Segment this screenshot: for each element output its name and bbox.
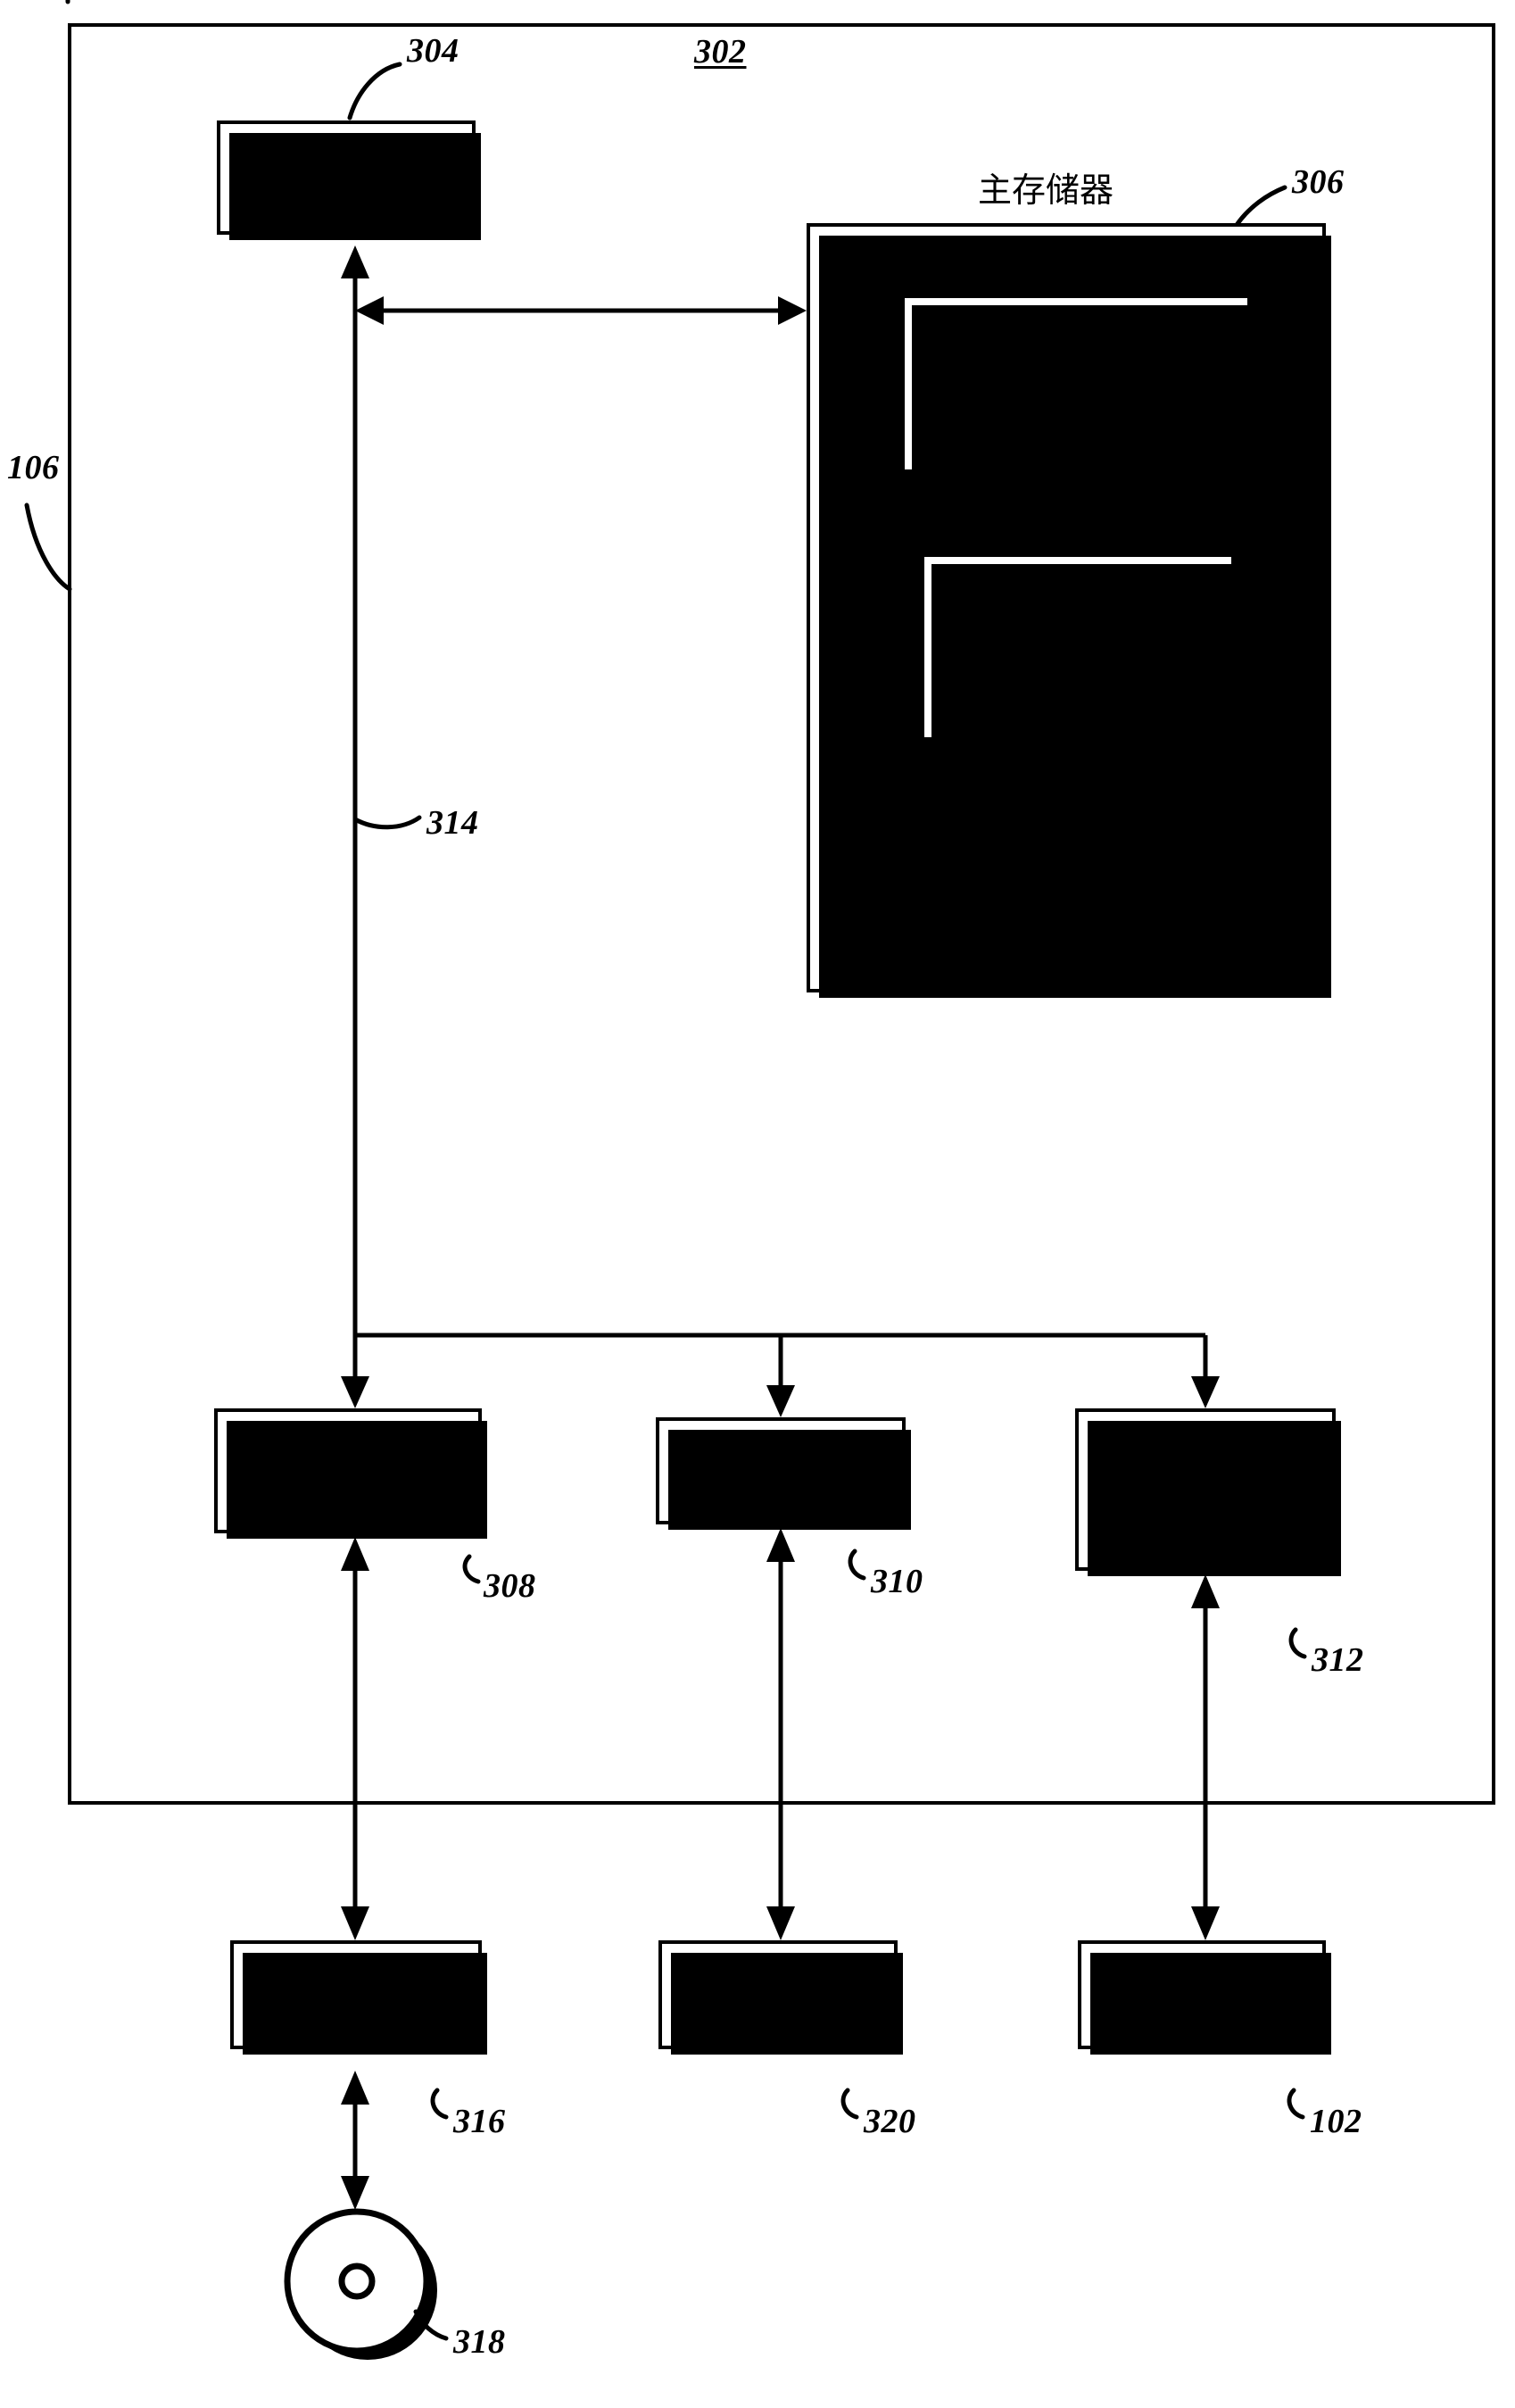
disk-media-icon xyxy=(284,2208,437,2360)
dasd-to-media xyxy=(341,2071,369,2210)
node-terminal[interactable]: 终端 xyxy=(658,1940,903,2055)
node-network-adapter-hardware-label: 网络适配 器硬件 xyxy=(1137,1450,1273,1528)
node-dasd-label: DASD xyxy=(307,1974,405,2015)
ref-numeral-304: 304 xyxy=(407,32,459,70)
ref-numeral-312: 312 xyxy=(1312,1641,1364,1679)
ref-numeral-122: 122 xyxy=(1256,465,1309,502)
node-cpu[interactable]: CPU xyxy=(217,120,481,240)
ref-numeral-306: 306 xyxy=(1292,163,1345,201)
ref-numeral-316: 316 xyxy=(453,2103,506,2140)
node-security-module[interactable]: 安全模块 xyxy=(901,295,1254,477)
ref-numeral-106: 106 xyxy=(7,449,60,486)
ref-numeral-308: 308 xyxy=(484,1567,536,1605)
node-network-label: 网络 xyxy=(1166,1974,1238,2015)
ref-numeral-124: 124 xyxy=(1247,731,1300,768)
ref-numeral-102: 102 xyxy=(1310,2103,1362,2140)
node-terminal-label: 终端 xyxy=(742,1974,814,2015)
node-cpu-label: CPU xyxy=(311,157,381,198)
node-security-policy[interactable]: 安全策略 xyxy=(921,553,1238,744)
ref-numeral-320: 320 xyxy=(864,2103,916,2140)
figure-canvas: CPU 主存储器 安全模块 安全策略 大容量存储 I/F 终端I/F 网络适配 … xyxy=(0,0,1515,2408)
caption-main-storage: 主存储器 xyxy=(978,172,1114,210)
ref-numeral-302: 302 xyxy=(694,33,747,71)
node-security-module-label: 安全模块 xyxy=(1005,363,1147,404)
ref-numeral-314: 314 xyxy=(426,804,479,842)
node-mass-storage-interface-label: 大容量存储 I/F xyxy=(262,1432,433,1509)
node-network-adapter-hardware[interactable]: 网络适配 器硬件 xyxy=(1075,1408,1341,1576)
node-mass-storage-interface[interactable]: 大容量存储 I/F xyxy=(214,1408,487,1539)
ref-numeral-318: 318 xyxy=(453,2323,506,2361)
node-terminal-interface[interactable]: 终端I/F xyxy=(656,1417,911,1530)
ref-numeral-310: 310 xyxy=(871,1563,923,1600)
node-dasd[interactable]: DASD xyxy=(230,1940,487,2055)
node-security-policy-label: 安全策略 xyxy=(1006,627,1149,668)
node-terminal-interface-label: 终端I/F xyxy=(726,1451,835,1490)
node-network[interactable]: 网络 xyxy=(1078,1940,1331,2055)
